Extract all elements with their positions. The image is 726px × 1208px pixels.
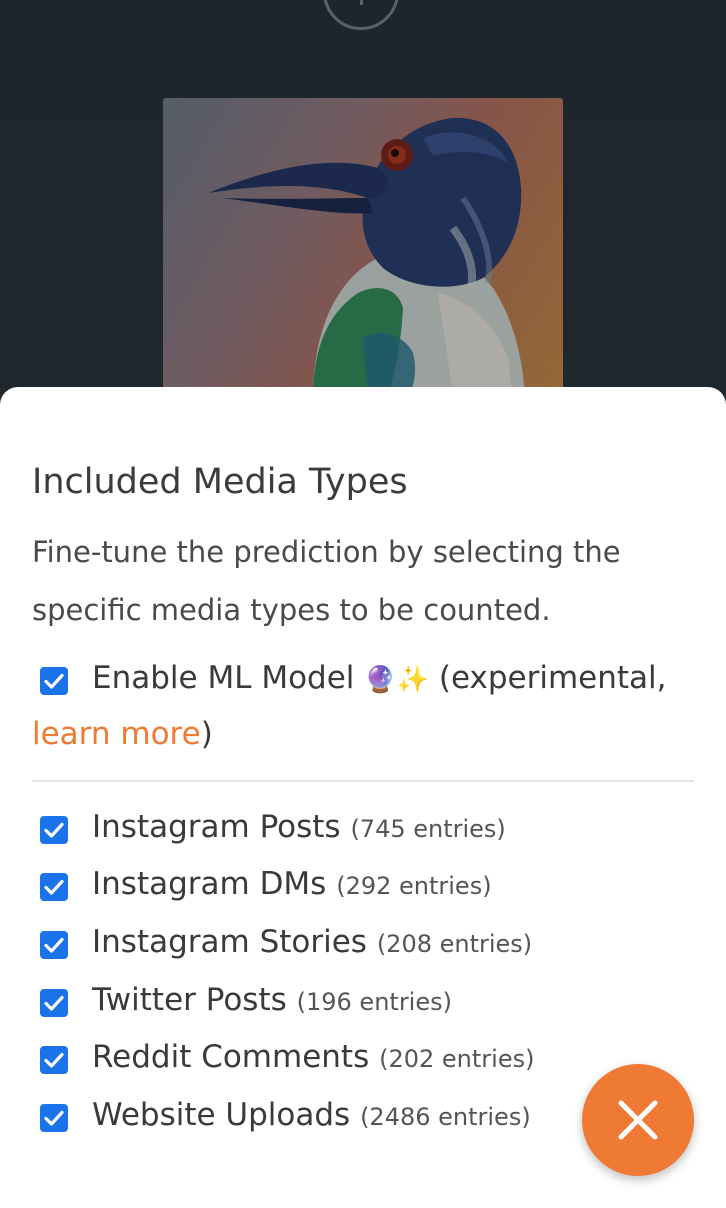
check-icon bbox=[44, 1052, 64, 1068]
learn-more-link[interactable]: learn more bbox=[32, 716, 201, 752]
check-icon bbox=[44, 937, 64, 953]
reddit-comments-checkbox[interactable] bbox=[40, 1046, 68, 1074]
media-type-count: (208 entries) bbox=[376, 930, 533, 958]
instagram-posts-checkbox[interactable] bbox=[40, 816, 68, 844]
check-icon bbox=[44, 879, 64, 895]
media-type-row-label[interactable]: Instagram DMs (292 entries) bbox=[92, 866, 492, 902]
sheet-title: Included Media Types bbox=[32, 462, 408, 502]
instagram-stories-checkbox[interactable] bbox=[40, 931, 68, 959]
check-icon bbox=[44, 1110, 64, 1126]
check-icon bbox=[44, 822, 64, 838]
close-icon bbox=[618, 1100, 658, 1140]
close-button[interactable] bbox=[582, 1064, 694, 1176]
media-type-row-label[interactable]: Instagram Posts (745 entries) bbox=[92, 809, 506, 845]
media-type-name: Website Uploads bbox=[92, 1097, 351, 1133]
twitter-posts-checkbox[interactable] bbox=[40, 989, 68, 1017]
sheet-description: Fine-tune the prediction by selecting th… bbox=[32, 535, 621, 627]
ml-model-label: Enable ML Model 🔮✨ (experimental, bbox=[92, 660, 667, 696]
media-type-name: Twitter Posts bbox=[92, 982, 287, 1018]
media-type-row-label[interactable]: Instagram Stories (208 entries) bbox=[92, 924, 532, 960]
media-type-count: (745 entries) bbox=[350, 815, 506, 843]
media-type-count: (202 entries) bbox=[379, 1045, 535, 1073]
media-type-name: Reddit Comments bbox=[92, 1039, 370, 1075]
media-type-count: (292 entries) bbox=[336, 872, 492, 900]
media-type-name: Instagram DMs bbox=[92, 866, 327, 902]
check-icon bbox=[44, 995, 64, 1011]
photo-dim-overlay bbox=[163, 98, 563, 398]
media-type-name: Instagram Posts bbox=[92, 809, 341, 845]
media-type-row-label[interactable]: Twitter Posts (196 entries) bbox=[92, 982, 452, 1018]
ml-model-text: Enable ML Model bbox=[92, 660, 355, 696]
ml-model-label-continued: learn more) bbox=[32, 716, 213, 752]
media-type-row-label[interactable]: Website Uploads (2486 entries) bbox=[92, 1097, 531, 1133]
instagram-dms-checkbox[interactable] bbox=[40, 873, 68, 901]
media-type-count: (196 entries) bbox=[296, 988, 452, 1016]
ml-model-closing: ) bbox=[200, 716, 213, 752]
ml-model-suffix: (experimental, bbox=[438, 660, 667, 696]
crystal-ball-sparkles-emoji: 🔮✨ bbox=[364, 665, 430, 695]
check-icon bbox=[44, 673, 64, 689]
bird-photo bbox=[163, 98, 563, 398]
media-type-count: (2486 entries) bbox=[360, 1103, 531, 1131]
media-type-name: Instagram Stories bbox=[92, 924, 367, 960]
website-uploads-checkbox[interactable] bbox=[40, 1104, 68, 1132]
section-divider bbox=[32, 780, 694, 782]
media-type-row-label[interactable]: Reddit Comments (202 entries) bbox=[92, 1039, 534, 1075]
ml-model-checkbox[interactable] bbox=[40, 667, 68, 695]
